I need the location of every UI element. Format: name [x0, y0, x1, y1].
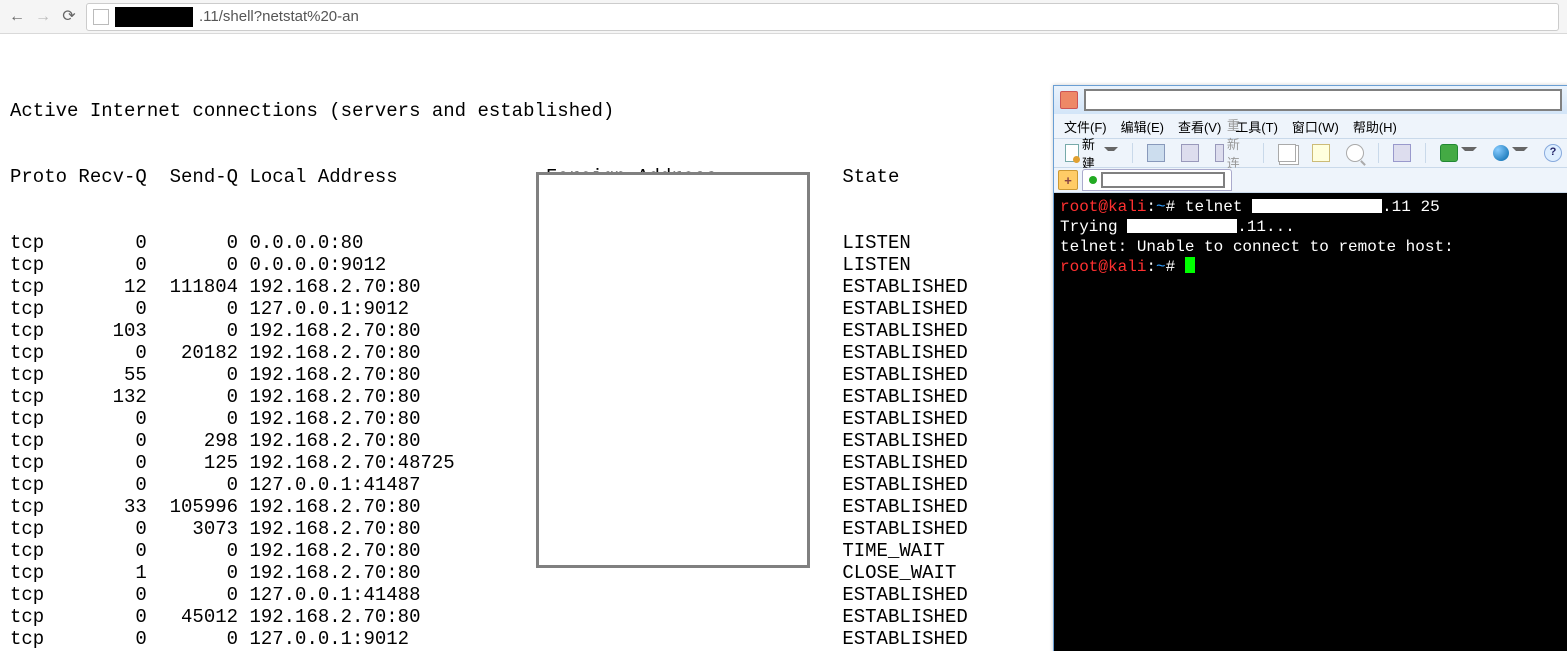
- toolbar-find-button[interactable]: [1341, 142, 1369, 164]
- url-text: .11/shell?netstat%20-an: [199, 8, 359, 25]
- reconnect-icon: [1215, 144, 1224, 162]
- link-icon: [1181, 144, 1199, 162]
- browser-toolbar: ← → ⟳ .11/shell?netstat%20-an: [0, 0, 1567, 34]
- chevron-down-icon: [1512, 147, 1528, 163]
- securecrt-menubar: 文件(F) 编辑(E) 查看(V) 工具(T) 窗口(W) 帮助(H): [1054, 114, 1567, 139]
- foreign-address-redaction: [536, 172, 810, 568]
- session-tab[interactable]: [1082, 169, 1232, 191]
- toolbar-options-button[interactable]: [1435, 141, 1482, 165]
- new-icon: [1065, 144, 1079, 162]
- securecrt-toolbar: 新建 重新连接 ?: [1054, 139, 1567, 168]
- securecrt-title-redaction: [1084, 89, 1562, 111]
- menu-help[interactable]: 帮助(H): [1353, 117, 1397, 136]
- session-tab-title-redaction: [1101, 172, 1225, 188]
- page-icon: [93, 9, 109, 25]
- toolbar-globe-button[interactable]: [1488, 141, 1533, 165]
- toolbar-copy-button[interactable]: [1273, 142, 1301, 164]
- url-redaction: [115, 7, 193, 27]
- toolbar-paste-button[interactable]: [1307, 142, 1335, 164]
- paste-icon: [1312, 144, 1330, 162]
- securecrt-app-icon: [1060, 91, 1078, 109]
- address-bar[interactable]: .11/shell?netstat%20-an: [86, 3, 1559, 31]
- chevron-down-icon: [1461, 147, 1477, 163]
- globe-icon: [1493, 145, 1509, 161]
- terminal-cursor: [1185, 257, 1195, 273]
- toolbar-help-button[interactable]: ?: [1539, 142, 1567, 164]
- toolbar-new-label: 新建: [1082, 134, 1101, 172]
- menu-window[interactable]: 窗口(W): [1292, 117, 1339, 136]
- chevron-down-icon: [1104, 147, 1118, 163]
- reload-button[interactable]: ⟳: [60, 8, 78, 26]
- securecrt-tabbar: +: [1054, 168, 1567, 193]
- forward-button[interactable]: →: [34, 8, 52, 26]
- options-icon: [1440, 144, 1458, 162]
- securecrt-window: 文件(F) 编辑(E) 查看(V) 工具(T) 窗口(W) 帮助(H) 新建 重…: [1053, 85, 1567, 651]
- toolbar-print-button[interactable]: [1388, 142, 1416, 164]
- connection-status-icon: [1089, 176, 1097, 184]
- copy-icon: [1278, 144, 1296, 162]
- securecrt-terminal[interactable]: root@kali:~# telnet .11 25 Trying .11...…: [1054, 193, 1567, 651]
- back-button[interactable]: ←: [8, 8, 26, 26]
- toolbar-link-button[interactable]: [1176, 142, 1204, 164]
- search-icon: [1346, 144, 1364, 162]
- print-icon: [1393, 144, 1411, 162]
- securecrt-titlebar[interactable]: [1054, 86, 1567, 114]
- help-icon: ?: [1544, 144, 1562, 162]
- clipboard-icon: [1147, 144, 1165, 162]
- new-tab-button[interactable]: +: [1058, 170, 1078, 190]
- toolbar-clipboard-button[interactable]: [1142, 142, 1170, 164]
- menu-edit[interactable]: 编辑(E): [1121, 117, 1164, 136]
